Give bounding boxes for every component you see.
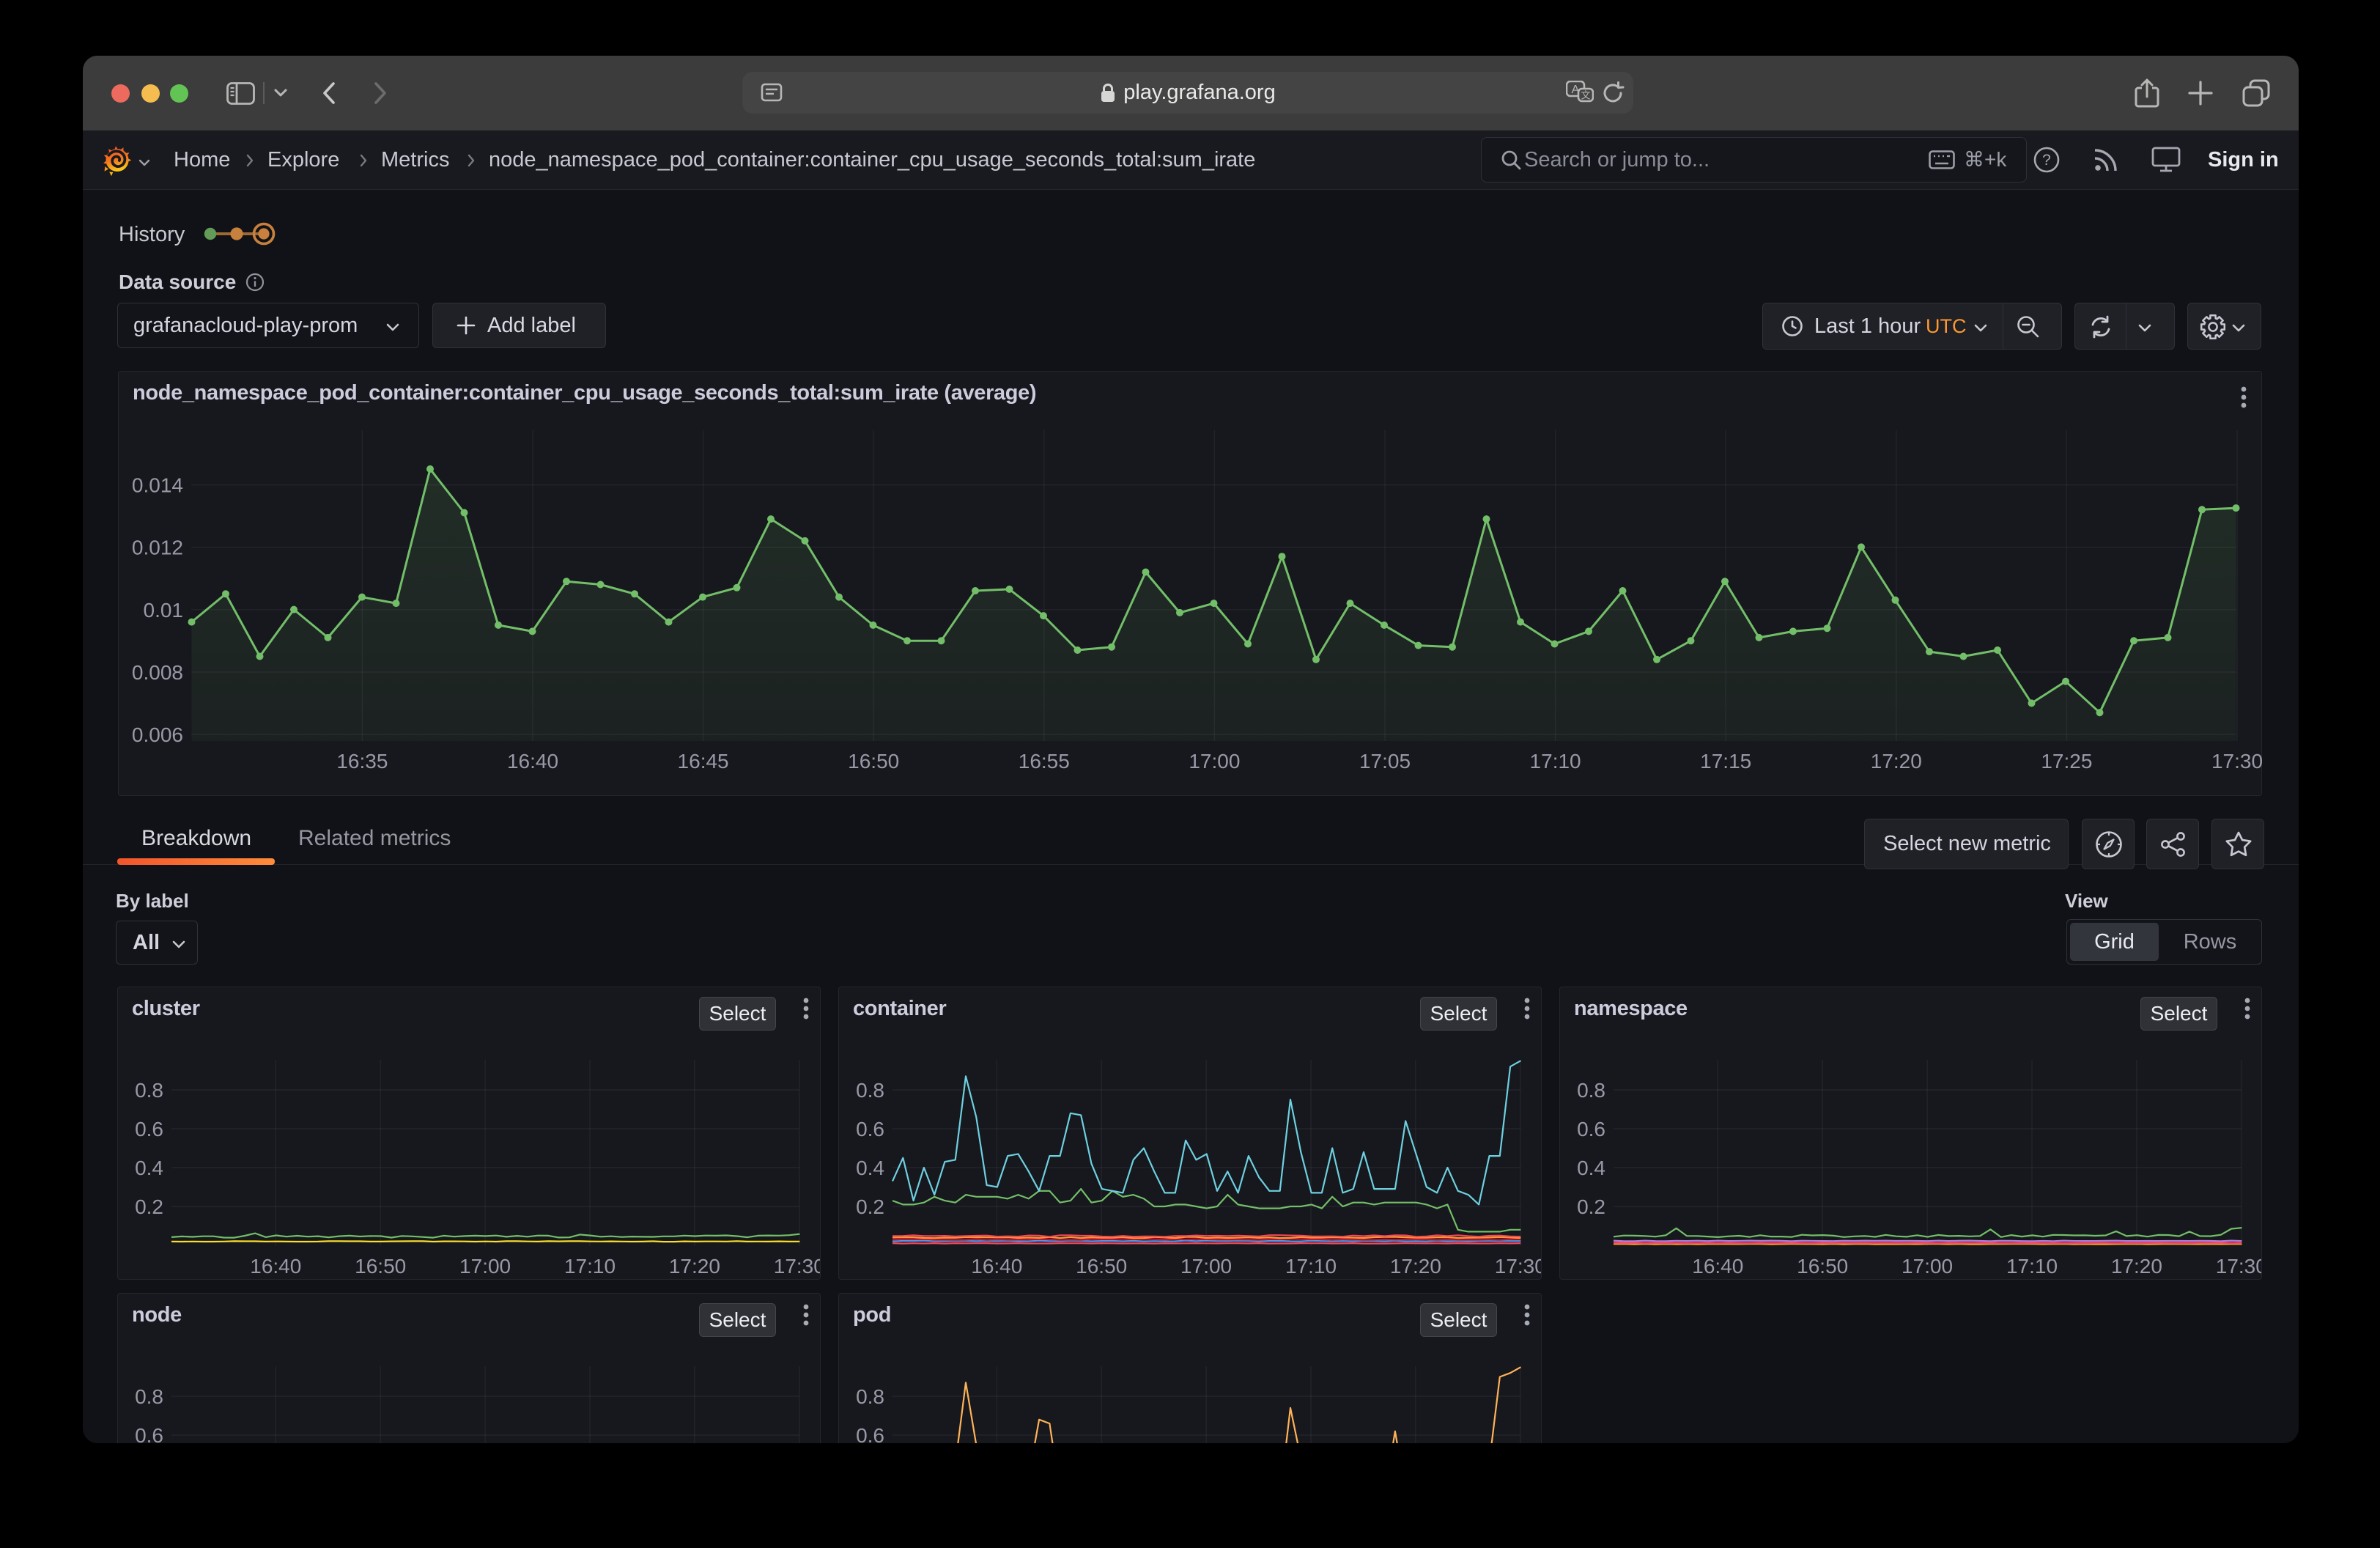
svg-text:0.8: 0.8	[856, 1079, 884, 1102]
svg-text:17:00: 17:00	[1189, 750, 1240, 773]
svg-text:17:25: 17:25	[2041, 750, 2092, 773]
svg-text:0.4: 0.4	[1577, 1157, 1605, 1179]
svg-text:17:30: 17:30	[774, 1255, 820, 1278]
svg-text:16:50: 16:50	[848, 750, 899, 773]
svg-text:0.01: 0.01	[144, 599, 184, 622]
svg-text:0.006: 0.006	[132, 723, 183, 746]
svg-text:?: ?	[2042, 152, 2051, 169]
svg-text:0.8: 0.8	[135, 1385, 163, 1408]
svg-text:16:40: 16:40	[507, 750, 558, 773]
svg-text:17:10: 17:10	[1530, 750, 1581, 773]
svg-text:16:35: 16:35	[336, 750, 388, 773]
svg-text:17:05: 17:05	[1359, 750, 1411, 773]
svg-text:17:30: 17:30	[1495, 1255, 1541, 1278]
svg-text:17:30: 17:30	[2211, 750, 2263, 773]
svg-text:0.012: 0.012	[132, 537, 183, 559]
svg-text:17:15: 17:15	[1700, 750, 1751, 773]
svg-text:16:55: 16:55	[1019, 750, 1070, 773]
svg-text:0.4: 0.4	[856, 1157, 884, 1179]
svg-text:16:50: 16:50	[1797, 1255, 1848, 1278]
svg-text:16:40: 16:40	[250, 1255, 301, 1278]
svg-text:17:30: 17:30	[2216, 1255, 2261, 1278]
svg-text:17:20: 17:20	[669, 1255, 720, 1278]
svg-text:0.8: 0.8	[856, 1385, 884, 1408]
svg-text:16:50: 16:50	[1076, 1255, 1127, 1278]
svg-text:0.2: 0.2	[135, 1195, 163, 1218]
svg-text:17:00: 17:00	[1902, 1255, 1953, 1278]
svg-text:17:00: 17:00	[459, 1255, 511, 1278]
svg-text:0.6: 0.6	[856, 1118, 884, 1140]
svg-text:17:10: 17:10	[1285, 1255, 1337, 1278]
svg-text:16:45: 16:45	[678, 750, 729, 773]
svg-text:16:40: 16:40	[971, 1255, 1022, 1278]
svg-text:17:00: 17:00	[1180, 1255, 1232, 1278]
svg-text:0.6: 0.6	[135, 1424, 163, 1443]
svg-text:0.008: 0.008	[132, 661, 183, 684]
svg-text:文: 文	[1581, 90, 1590, 101]
svg-text:0.8: 0.8	[1577, 1079, 1605, 1102]
svg-text:16:50: 16:50	[355, 1255, 406, 1278]
svg-text:0.6: 0.6	[135, 1118, 163, 1140]
svg-text:0.014: 0.014	[132, 474, 183, 497]
svg-text:0.2: 0.2	[1577, 1195, 1605, 1218]
svg-text:0.4: 0.4	[135, 1157, 163, 1179]
svg-text:17:10: 17:10	[2006, 1255, 2058, 1278]
svg-text:16:40: 16:40	[1692, 1255, 1743, 1278]
svg-text:17:10: 17:10	[564, 1255, 616, 1278]
svg-text:17:20: 17:20	[1871, 750, 1922, 773]
svg-text:17:20: 17:20	[2111, 1255, 2162, 1278]
svg-text:0.6: 0.6	[1577, 1118, 1605, 1140]
svg-text:0.2: 0.2	[856, 1195, 884, 1218]
svg-text:0.6: 0.6	[856, 1424, 884, 1443]
svg-text:17:20: 17:20	[1390, 1255, 1441, 1278]
svg-text:0.8: 0.8	[135, 1079, 163, 1102]
